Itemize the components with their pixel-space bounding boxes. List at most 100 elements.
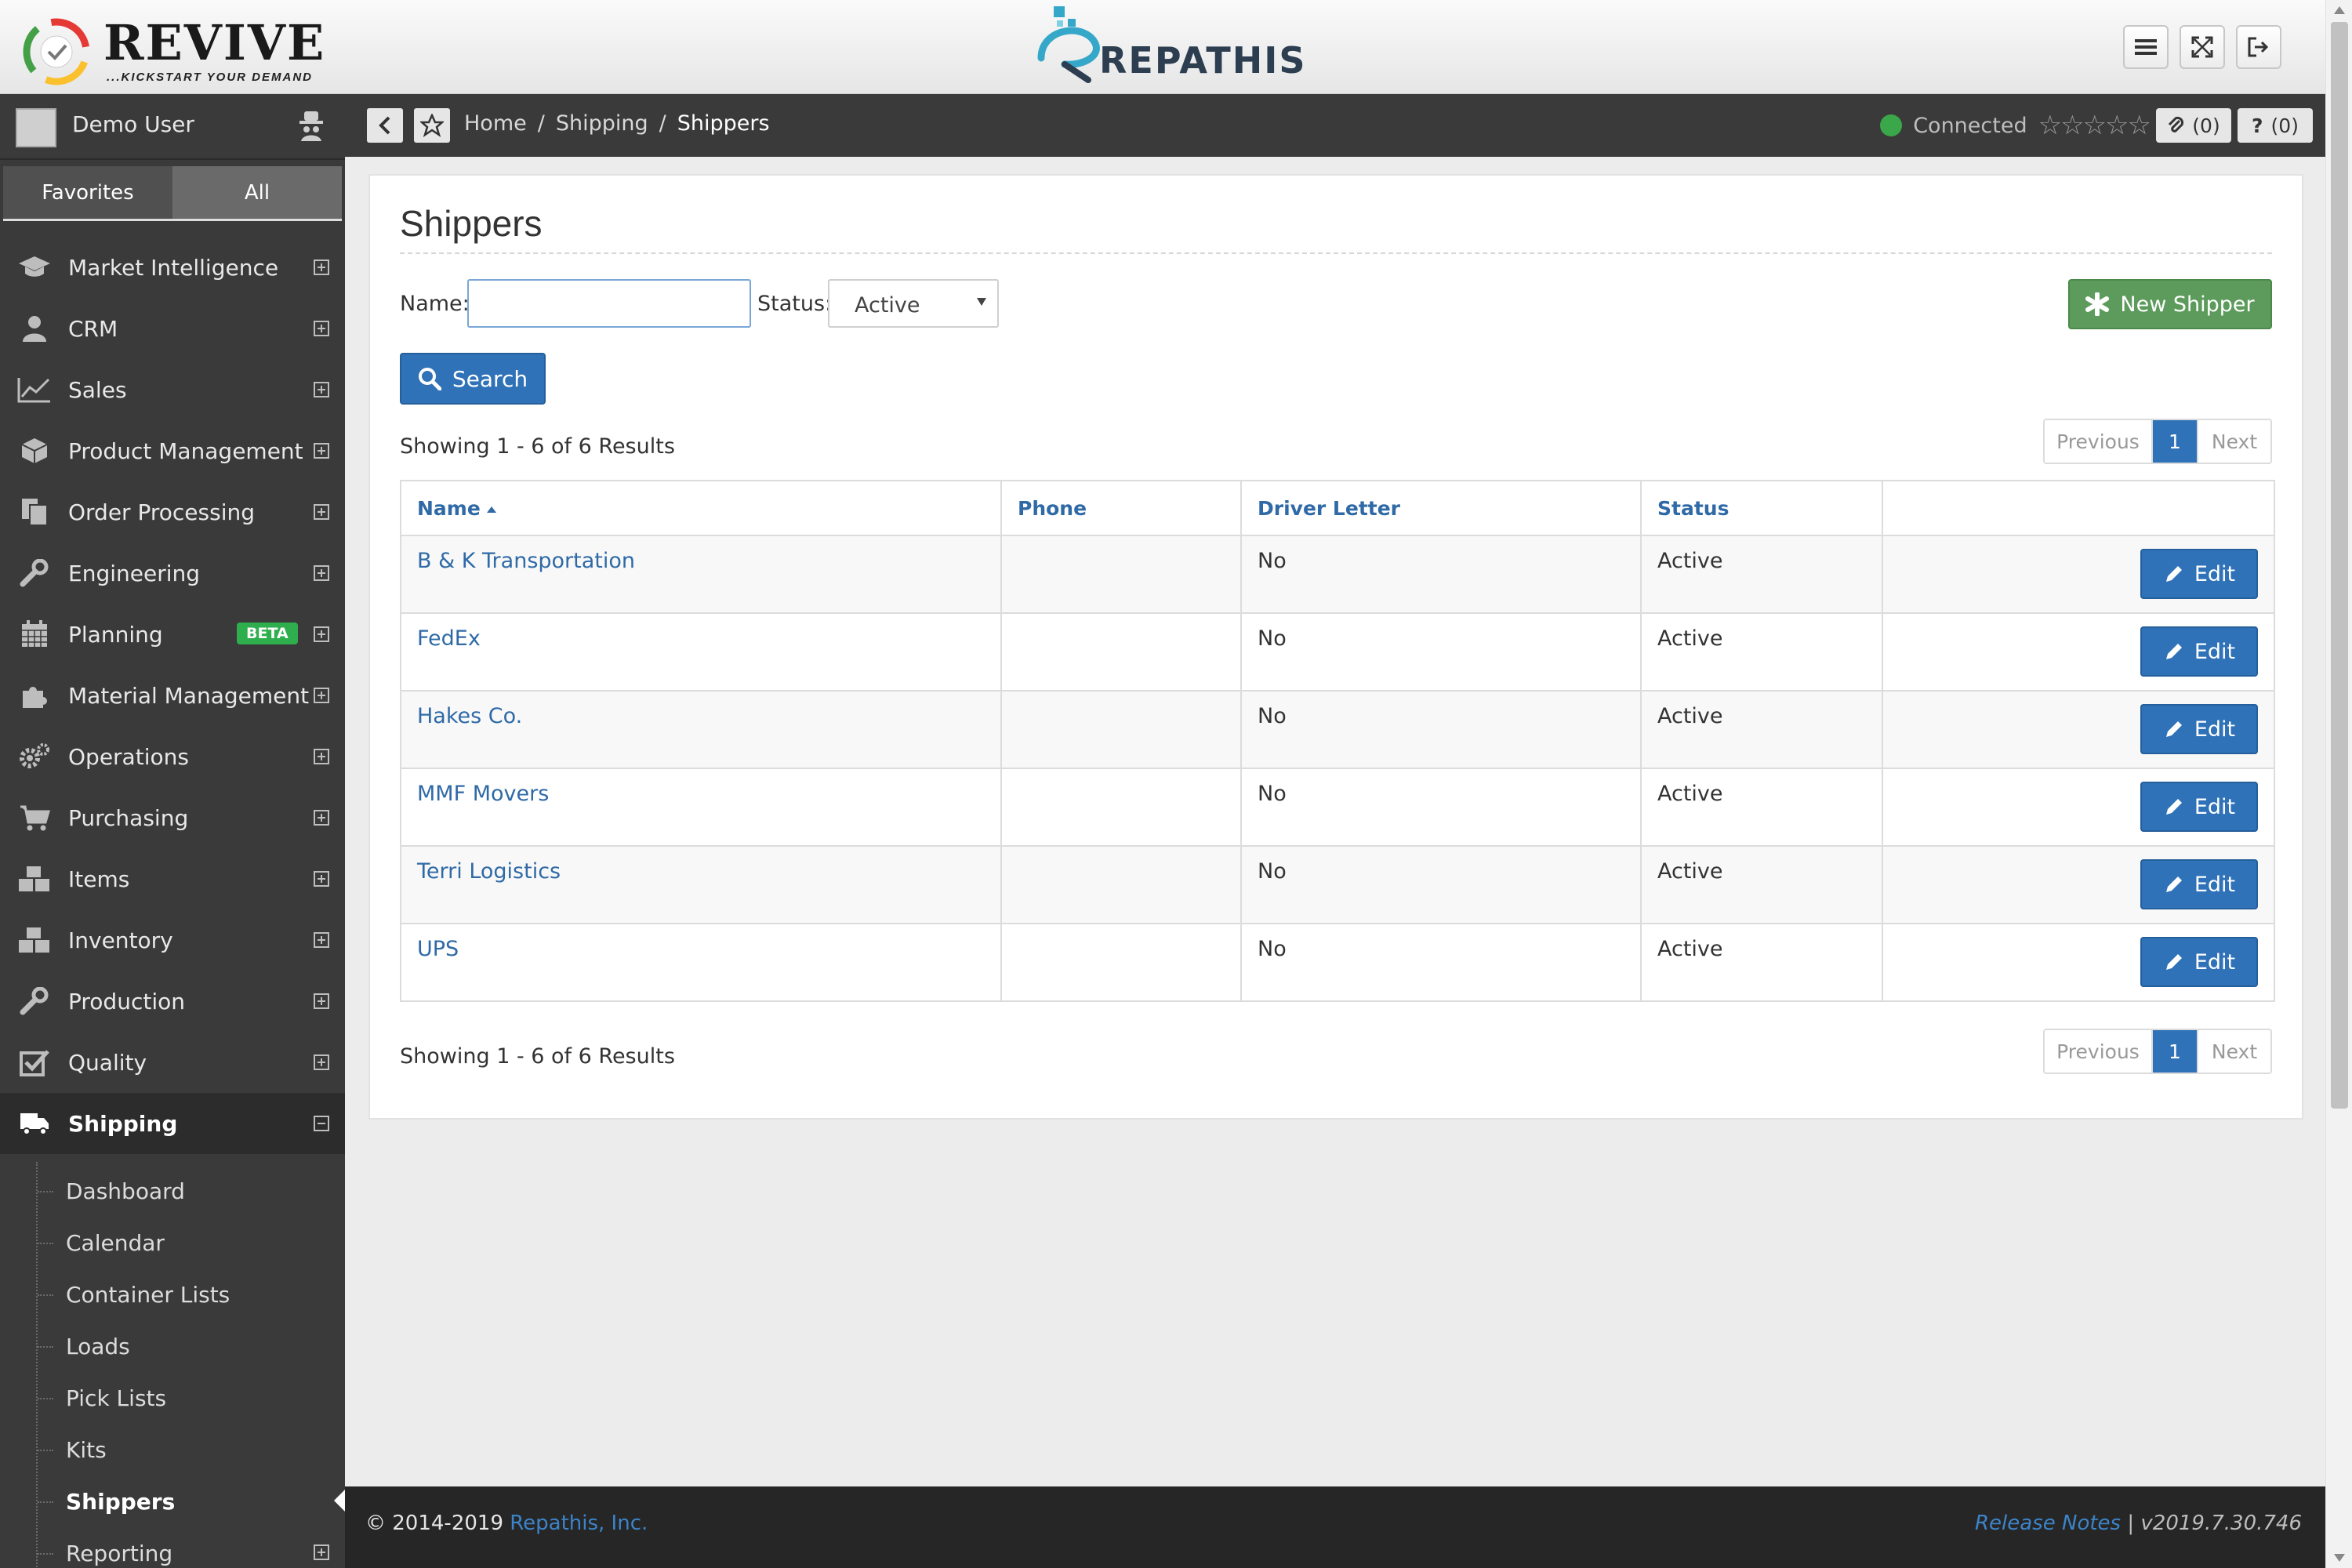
expand-plus-icon[interactable] xyxy=(314,321,329,336)
sidebar-item-items[interactable]: Items xyxy=(0,848,345,909)
sidebar-subitem-reporting[interactable]: Reporting xyxy=(0,1527,345,1568)
back-button[interactable] xyxy=(367,108,403,143)
cell-phone xyxy=(1000,612,1242,691)
results-summary-bottom: Showing 1 - 6 of 6 Results xyxy=(400,1044,675,1069)
expand-plus-icon[interactable] xyxy=(314,1544,329,1560)
shipper-link[interactable]: FedEx xyxy=(417,626,481,651)
name-input[interactable] xyxy=(467,279,751,328)
edit-button[interactable]: Edit xyxy=(2140,859,2258,909)
expand-plus-icon[interactable] xyxy=(314,382,329,397)
sidebar-item-crm[interactable]: CRM xyxy=(0,298,345,359)
sidebar-item-order-processing[interactable]: Order Processing xyxy=(0,481,345,543)
sidebar-item-quality[interactable]: Quality xyxy=(0,1032,345,1093)
expand-plus-icon[interactable] xyxy=(314,260,329,275)
sidebar-item-shipping[interactable]: Shipping xyxy=(0,1093,345,1154)
sort-ascending-icon xyxy=(486,506,496,513)
company-link[interactable]: Repathis, Inc. xyxy=(510,1512,648,1535)
expand-plus-icon[interactable] xyxy=(314,810,329,826)
incognito-icon[interactable] xyxy=(299,110,323,141)
expand-plus-icon[interactable] xyxy=(314,626,329,642)
pagination-previous[interactable]: Previous xyxy=(2045,1030,2153,1073)
cell-name: MMF Movers xyxy=(400,768,1002,847)
shipper-link[interactable]: B & K Transportation xyxy=(417,549,635,573)
expand-plus-icon[interactable] xyxy=(314,688,329,703)
scroll-up-arrow-icon[interactable] xyxy=(2334,6,2345,14)
sidebar-subitem-loads[interactable]: Loads xyxy=(0,1320,345,1372)
breadcrumb-home[interactable]: Home xyxy=(464,111,527,136)
edit-button[interactable]: Edit xyxy=(2140,704,2258,754)
sidebar-item-planning[interactable]: Planning BETA xyxy=(0,604,345,665)
cell-status: Active xyxy=(1640,612,1883,691)
edit-button[interactable]: Edit xyxy=(2140,782,2258,832)
column-header-status[interactable]: Status xyxy=(1640,480,1883,536)
expand-plus-icon[interactable] xyxy=(314,871,329,887)
attachments-button[interactable]: (0) xyxy=(2156,108,2231,143)
sidebar-item-label: Engineering xyxy=(68,560,200,586)
footer: © 2014-2019 Repathis, Inc. Release Notes… xyxy=(345,1486,2325,1568)
gears-icon xyxy=(17,742,52,771)
sidebar-item-label: Production xyxy=(68,988,185,1014)
expand-plus-icon[interactable] xyxy=(314,565,329,581)
scroll-down-arrow-icon[interactable] xyxy=(2334,1554,2345,1562)
column-header-phone[interactable]: Phone xyxy=(1000,480,1242,536)
sidebar-subitem-container-lists[interactable]: Container Lists xyxy=(0,1269,345,1320)
cell-status: Active xyxy=(1640,768,1883,847)
logout-button[interactable] xyxy=(2236,25,2281,69)
column-header-name[interactable]: Name xyxy=(400,480,1002,536)
expand-plus-icon[interactable] xyxy=(314,749,329,764)
sidebar-item-product-management[interactable]: Product Management xyxy=(0,420,345,481)
expand-plus-icon[interactable] xyxy=(314,443,329,459)
tab-all[interactable]: All xyxy=(172,166,342,219)
tab-favorites[interactable]: Favorites xyxy=(3,166,172,219)
expand-plus-icon[interactable] xyxy=(314,1054,329,1070)
pagination-page-1[interactable]: 1 xyxy=(2153,420,2197,463)
shipper-link[interactable]: MMF Movers xyxy=(417,782,549,806)
status-select[interactable]: Active xyxy=(828,279,999,328)
sidebar-subitem-calendar[interactable]: Calendar xyxy=(0,1217,345,1269)
favorite-button[interactable] xyxy=(414,108,450,143)
page-scrollbar[interactable] xyxy=(2325,0,2352,1568)
release-notes-link[interactable]: Release Notes xyxy=(1975,1512,2121,1535)
sidebar-item-engineering[interactable]: Engineering xyxy=(0,543,345,604)
expand-plus-icon[interactable] xyxy=(314,504,329,520)
shipper-link[interactable]: Terri Logistics xyxy=(417,859,561,884)
sidebar-subitem-kits[interactable]: Kits xyxy=(0,1424,345,1475)
shipper-link[interactable]: UPS xyxy=(417,937,459,961)
edit-button[interactable]: Edit xyxy=(2140,549,2258,599)
collapse-minus-icon[interactable] xyxy=(314,1116,329,1131)
sidebar-subitem-shippers[interactable]: Shippers xyxy=(0,1475,345,1527)
sidebar-item-production[interactable]: Production xyxy=(0,971,345,1032)
sidebar-item-sales[interactable]: Sales xyxy=(0,359,345,420)
menu-button[interactable] xyxy=(2123,25,2169,69)
pagination-previous[interactable]: Previous xyxy=(2045,420,2153,463)
star-outline-icon xyxy=(420,114,444,137)
search-button[interactable]: Search xyxy=(400,353,546,405)
scroll-thumb[interactable] xyxy=(2331,22,2348,1109)
expand-plus-icon[interactable] xyxy=(314,993,329,1009)
sidebar-subitem-dashboard[interactable]: Dashboard xyxy=(0,1165,345,1217)
edit-button[interactable]: Edit xyxy=(2140,937,2258,987)
avatar[interactable] xyxy=(16,108,56,147)
edit-button[interactable]: Edit xyxy=(2140,626,2258,677)
sidebar-item-purchasing[interactable]: Purchasing xyxy=(0,787,345,848)
new-shipper-button[interactable]: New Shipper xyxy=(2068,279,2272,329)
pagination-page-1[interactable]: 1 xyxy=(2153,1030,2197,1073)
sidebar-item-material-management[interactable]: Material Management xyxy=(0,665,345,726)
breadcrumb-shipping[interactable]: Shipping xyxy=(556,111,648,136)
user-name[interactable]: Demo User xyxy=(72,111,194,137)
rating-stars[interactable]: ☆☆☆☆☆ xyxy=(2038,110,2151,141)
sidebar-subitem-pick-lists[interactable]: Pick Lists xyxy=(0,1372,345,1424)
pagination-next[interactable]: Next xyxy=(2197,1030,2270,1073)
sidebar-item-inventory[interactable]: Inventory xyxy=(0,909,345,971)
fullscreen-button[interactable] xyxy=(2180,25,2225,69)
sidebar-item-market-intelligence[interactable]: Market Intelligence xyxy=(0,237,345,298)
sidebar-item-operations[interactable]: Operations xyxy=(0,726,345,787)
help-button[interactable]: ? (0) xyxy=(2238,108,2313,143)
cell-name: UPS xyxy=(400,923,1002,1002)
expand-plus-icon[interactable] xyxy=(314,932,329,948)
shipper-link[interactable]: Hakes Co. xyxy=(417,704,522,728)
main-panel: Shippers Name: Status: Active New Shippe… xyxy=(368,174,2303,1120)
column-header-driver-letter[interactable]: Driver Letter xyxy=(1240,480,1642,536)
edit-label: Edit xyxy=(2194,794,2236,819)
pagination-next[interactable]: Next xyxy=(2197,420,2270,463)
